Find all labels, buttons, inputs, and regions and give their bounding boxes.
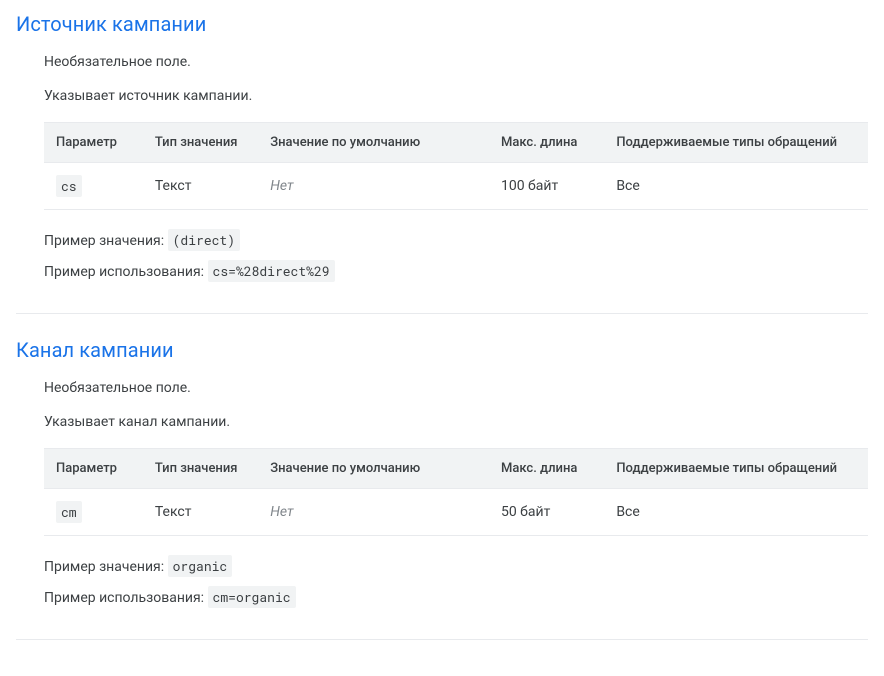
params-table: Параметр Тип значения Значение по умолча…: [44, 448, 868, 536]
col-header-maxlen: Макс. длина: [489, 123, 604, 163]
section-campaign-medium: Канал кампании Необязательное поле. Указ…: [16, 338, 868, 623]
example-value-label: Пример значения:: [44, 233, 168, 249]
description: Указывает источник кампании.: [44, 88, 868, 104]
cell-maxlen: 50 байт: [489, 489, 604, 536]
cell-default: Нет: [258, 489, 489, 536]
example-usage-code: cs=%28direct%29: [208, 260, 335, 282]
section-heading-campaign-source[interactable]: Источник кампании: [16, 12, 868, 36]
example-value-code: (direct): [168, 229, 240, 251]
example-value-line: Пример значения: (direct): [44, 228, 868, 255]
col-header-type: Тип значения: [143, 449, 258, 489]
table-row: cs Текст Нет 100 байт Все: [44, 163, 868, 210]
cell-type: Текст: [143, 163, 258, 210]
default-value: Нет: [270, 504, 293, 520]
params-table: Параметр Тип значения Значение по умолча…: [44, 122, 868, 210]
section-campaign-source: Источник кампании Необязательное поле. У…: [16, 12, 868, 297]
example-value-line: Пример значения: organic: [44, 554, 868, 581]
section-divider: [16, 639, 868, 640]
param-code: cm: [56, 501, 82, 523]
example-usage-line: Пример использования: cm=organic: [44, 585, 868, 612]
cell-supported: Все: [604, 489, 868, 536]
col-header-default: Значение по умолчанию: [258, 123, 489, 163]
cell-maxlen: 100 байт: [489, 163, 604, 210]
example-usage-code: cm=organic: [208, 586, 296, 608]
default-value: Нет: [270, 178, 293, 194]
example-usage-label: Пример использования:: [44, 264, 208, 280]
col-header-default: Значение по умолчанию: [258, 449, 489, 489]
col-header-param: Параметр: [44, 123, 143, 163]
col-header-maxlen: Макс. длина: [489, 449, 604, 489]
col-header-type: Тип значения: [143, 123, 258, 163]
cell-type: Текст: [143, 489, 258, 536]
table-header-row: Параметр Тип значения Значение по умолча…: [44, 449, 868, 489]
col-header-param: Параметр: [44, 449, 143, 489]
example-usage-line: Пример использования: cs=%28direct%29: [44, 259, 868, 286]
cell-supported: Все: [604, 163, 868, 210]
col-header-supported: Поддерживаемые типы обращений: [604, 123, 868, 163]
col-header-supported: Поддерживаемые типы обращений: [604, 449, 868, 489]
example-value-label: Пример значения:: [44, 559, 168, 575]
param-code: cs: [56, 175, 82, 197]
section-body: Необязательное поле. Указывает канал кам…: [16, 380, 868, 611]
section-heading-campaign-medium[interactable]: Канал кампании: [16, 338, 868, 362]
example-usage-label: Пример использования:: [44, 590, 208, 606]
table-row: cm Текст Нет 50 байт Все: [44, 489, 868, 536]
example-value-code: organic: [168, 555, 233, 577]
cell-param: cm: [44, 489, 143, 536]
cell-default: Нет: [258, 163, 489, 210]
optional-note: Необязательное поле.: [44, 380, 868, 396]
optional-note: Необязательное поле.: [44, 54, 868, 70]
table-header-row: Параметр Тип значения Значение по умолча…: [44, 123, 868, 163]
section-body: Необязательное поле. Указывает источник …: [16, 54, 868, 285]
section-divider: [16, 313, 868, 314]
cell-param: cs: [44, 163, 143, 210]
description: Указывает канал кампании.: [44, 414, 868, 430]
